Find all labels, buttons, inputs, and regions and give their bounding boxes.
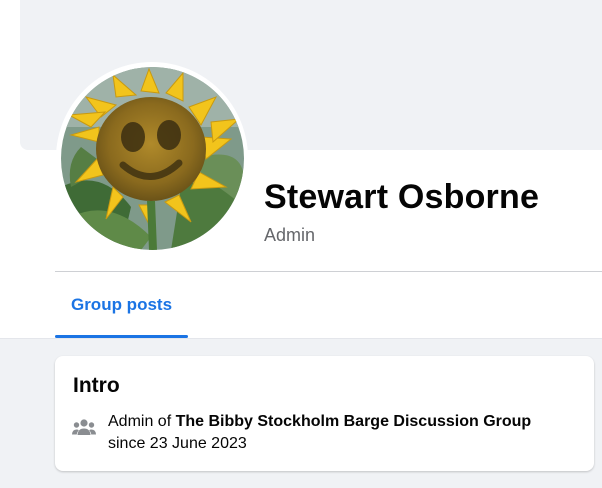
intro-prefix: Admin of [108,413,176,430]
intro-since: since 23 June 2023 [108,435,247,452]
intro-title: Intro [73,374,120,397]
group-icon [72,419,96,435]
profile-role: Admin [264,225,316,245]
avatar[interactable] [61,67,244,250]
group-name-link[interactable]: The Bibby Stockholm Barge Discussion Gro… [176,413,532,430]
tab-group-posts[interactable]: Group posts [55,272,188,338]
tab-group-posts-label: Group posts [70,295,173,314]
intro-card: Intro Admin of The Bibby Stockholm Barge… [55,356,594,471]
intro-admin-of: Admin of The Bibby Stockholm Barge Discu… [108,413,531,431]
profile-name[interactable]: Stewart Osborne [264,178,539,217]
group-member-profile: Stewart Osborne Admin Group posts Intro … [0,0,602,488]
avatar-sunflower-image [61,67,244,250]
